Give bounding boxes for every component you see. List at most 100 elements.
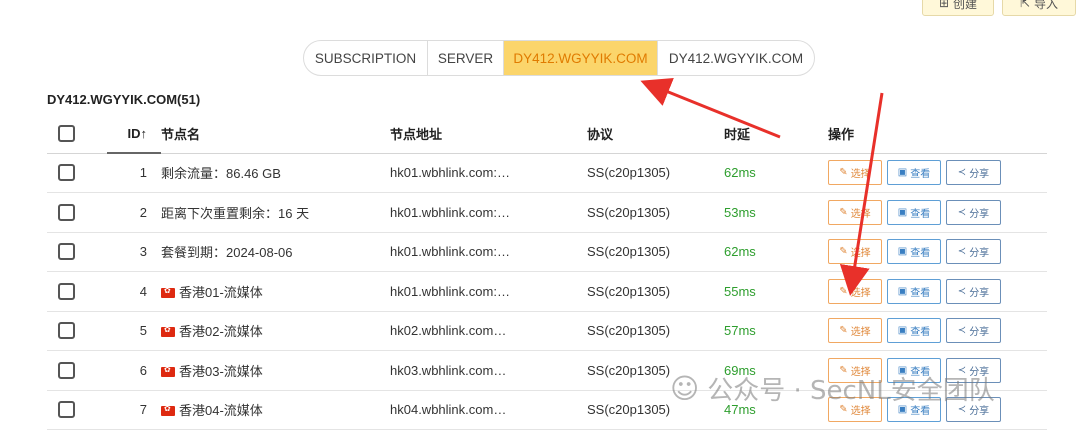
hong-kong-flag-icon [161, 365, 175, 377]
share-button[interactable]: ≺ 分享 [946, 199, 1001, 225]
row-actions: ✎ 选择 ▣ 查看 ≺ 分享 [828, 272, 1047, 312]
tab-dy412[interactable]: DY412.WGYYIK.COM [658, 41, 814, 75]
row-protocol: SS(c20p1305) [587, 362, 671, 378]
row-protocol: SS(c20p1305) [587, 165, 671, 181]
row-checkbox[interactable] [58, 322, 75, 340]
row-checkbox-cell[interactable] [47, 193, 101, 233]
row-id: 4 [139, 283, 147, 299]
view-icon: ▣ [897, 325, 908, 337]
header-address: 节点地址 [390, 115, 587, 154]
row-id: 3 [139, 244, 147, 260]
row-checkbox-cell[interactable] [47, 311, 101, 351]
row-address: hk03.wbhlink.com… [390, 362, 507, 378]
row-latency: 47ms [724, 402, 756, 418]
row-name: 香港04-流媒体 [161, 390, 390, 430]
tab-dy412-active[interactable]: DY412.WGYYIK.COM [504, 41, 658, 75]
node-table: ID↑ 节点名 节点地址 协议 时延 操作 1 剩余流量：86.46 GB hk01… [47, 115, 1047, 430]
import-button[interactable]: ⇱ 导入 [1002, 0, 1076, 16]
row-checkbox[interactable] [58, 164, 75, 182]
row-address: hk04.wbhlink.com… [390, 402, 507, 418]
share-icon: ≺ [957, 167, 967, 179]
share-icon: ≺ [957, 285, 967, 297]
select-button[interactable]: ✎ 选择 [828, 318, 882, 344]
view-button[interactable]: ▣ 查看 [887, 160, 941, 186]
row-id: 5 [139, 323, 147, 339]
row-protocol: SS(c20p1305) [587, 244, 671, 260]
row-protocol: SS(c20p1305) [587, 323, 671, 339]
view-icon: ▣ [897, 364, 908, 376]
view-button[interactable]: ▣ 查看 [887, 278, 941, 304]
tab-server[interactable]: SERVER [428, 41, 504, 75]
pencil-icon: ✎ [839, 167, 848, 179]
view-icon: ▣ [897, 167, 908, 179]
row-protocol: SS(c20p1305) [587, 402, 671, 418]
row-name: 剩余流量：86.46 GB [161, 166, 281, 182]
share-button[interactable]: ≺ 分享 [946, 318, 1001, 344]
row-checkbox[interactable] [58, 282, 75, 300]
import-icon: ⇱ [1019, 0, 1031, 10]
row-checkbox[interactable] [58, 361, 75, 379]
share-button[interactable]: ≺ 分享 [946, 397, 1001, 423]
select-button[interactable]: ✎ 选择 [828, 397, 882, 423]
pencil-icon: ✎ [839, 364, 848, 376]
hong-kong-flag-icon [161, 286, 175, 298]
share-button[interactable]: ≺ 分享 [946, 357, 1001, 383]
header-actions: 操作 [828, 115, 1047, 154]
row-checkbox-cell[interactable] [47, 272, 101, 312]
table-row: 6 香港03-流媒体hk03.wbhlink.com… SS(c20p1305) 69… [47, 351, 1047, 391]
row-checkbox[interactable] [58, 203, 75, 221]
header-latency: 时延 [724, 115, 828, 154]
header-id[interactable]: ID↑ [101, 115, 161, 154]
view-icon: ▣ [897, 404, 908, 416]
view-button[interactable]: ▣ 查看 [887, 199, 941, 225]
share-button[interactable]: ≺ 分享 [946, 239, 1001, 265]
row-checkbox-cell[interactable] [47, 390, 101, 430]
share-icon: ≺ [957, 404, 967, 416]
select-button[interactable]: ✎ 选择 [828, 357, 882, 383]
create-button[interactable]: ⊞ 创建 [922, 0, 994, 16]
row-actions: ✎ 选择 ▣ 查看 ≺ 分享 [828, 311, 1047, 351]
pencil-icon: ✎ [839, 206, 848, 218]
share-button[interactable]: ≺ 分享 [946, 160, 1001, 186]
view-button[interactable]: ▣ 查看 [887, 239, 941, 265]
hong-kong-flag-icon [161, 325, 175, 338]
table-row: 3 套餐到期：2024-08-06 hk01.wbhlink.com:… SS(c20… [47, 232, 1047, 272]
share-icon: ≺ [957, 364, 967, 376]
view-icon: ▣ [897, 246, 908, 258]
select-button[interactable]: ✎ 选择 [828, 239, 882, 265]
row-id: 1 [139, 165, 147, 181]
row-checkbox-cell[interactable] [47, 232, 101, 272]
row-actions: ✎ 选择 ▣ 查看 ≺ 分享 [828, 153, 1047, 193]
share-icon: ≺ [957, 325, 967, 337]
header-name: 节点名 [161, 115, 390, 154]
row-checkbox[interactable] [58, 401, 75, 419]
table-row: 4 香港01-流媒体hk01.wbhlink.com:… SS(c20p1305) 5… [47, 272, 1047, 312]
table-row: 5 香港02-流媒体hk02.wbhlink.com… SS(c20p1305) 57… [47, 311, 1047, 351]
hong-kong-flag-icon [161, 404, 175, 417]
row-checkbox[interactable] [58, 243, 75, 261]
tab-subscription[interactable]: SUBSCRIPTION [304, 41, 428, 75]
group-title: DY412.WGYYIK.COM(51) [47, 92, 201, 107]
row-id: 2 [139, 204, 147, 220]
select-button[interactable]: ✎ 选择 [828, 199, 882, 225]
row-checkbox-cell[interactable] [47, 153, 101, 193]
view-button[interactable]: ▣ 查看 [887, 357, 941, 383]
row-address: hk01.wbhlink.com:… [390, 283, 510, 299]
row-name: 套餐到期：2024-08-06 [161, 245, 293, 261]
row-address: hk01.wbhlink.com:… [390, 165, 510, 181]
row-name: 香港02-流媒体 [161, 311, 390, 351]
select-button[interactable]: ✎ 选择 [828, 160, 882, 186]
row-checkbox-cell[interactable] [47, 351, 101, 391]
pencil-icon: ✎ [839, 404, 848, 416]
share-button[interactable]: ≺ 分享 [946, 278, 1001, 304]
view-button[interactable]: ▣ 查看 [887, 318, 941, 344]
row-name: 香港03-流媒体 [161, 351, 390, 391]
header-select-all[interactable] [47, 115, 101, 154]
table-row: 2 距离下次重置剩余：16 天 hk01.wbhlink.com:… SS(c20p1… [47, 193, 1047, 233]
select-all-checkbox[interactable] [58, 125, 75, 143]
pencil-icon: ✎ [839, 246, 848, 258]
select-button[interactable]: ✎ 选择 [828, 278, 882, 304]
row-name: 香港01-流媒体 [161, 272, 390, 312]
view-button[interactable]: ▣ 查看 [887, 397, 941, 423]
row-name: 距离下次重置剩余：16 天 [161, 205, 310, 221]
